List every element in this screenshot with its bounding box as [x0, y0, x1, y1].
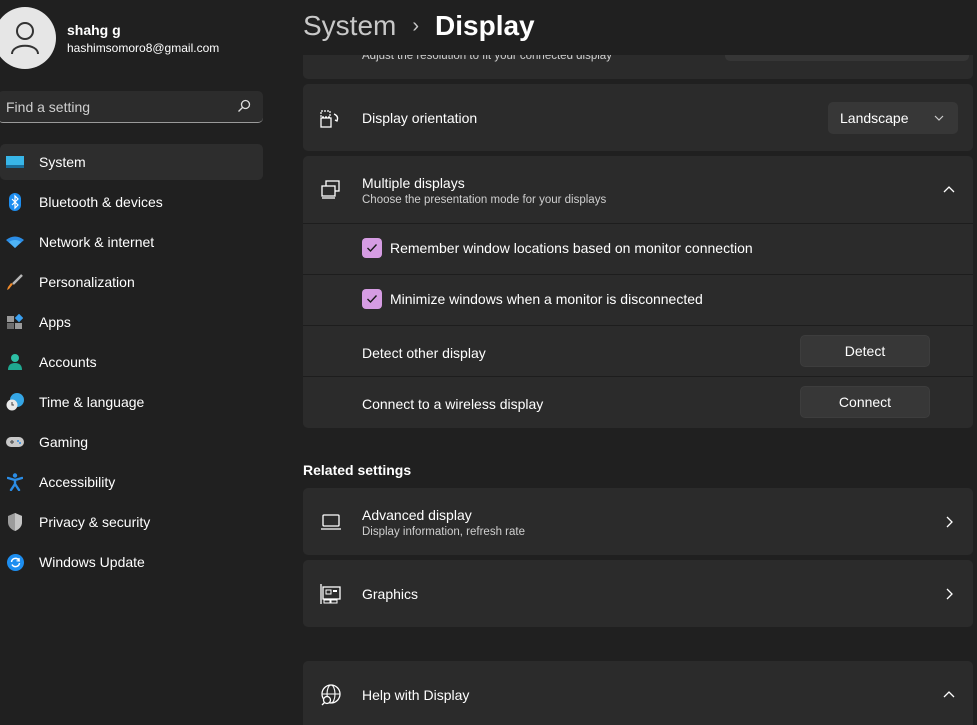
wifi-icon: [6, 233, 24, 251]
sidebar-item-label: Network & internet: [39, 234, 155, 250]
wireless-display-label: Connect to a wireless display: [362, 396, 544, 412]
orientation-value: Landscape: [840, 110, 909, 126]
sidebar-item-personalization[interactable]: Personalization: [0, 264, 263, 300]
sidebar-item-label: Gaming: [39, 434, 89, 450]
divider: [303, 376, 973, 377]
orientation-dropdown[interactable]: Landscape: [828, 102, 958, 134]
laptop-icon: [321, 514, 341, 530]
globe-search-icon: [321, 684, 341, 706]
remember-locations-option[interactable]: Remember window locations based on monit…: [303, 224, 973, 274]
advanced-display-link[interactable]: Advanced display Display information, re…: [303, 488, 973, 555]
breadcrumb: System › Display: [303, 6, 535, 46]
sidebar-item-label: Privacy & security: [39, 514, 151, 530]
sidebar-item-accounts[interactable]: Accounts: [0, 344, 263, 380]
detect-display-label: Detect other display: [362, 345, 486, 361]
sidebar-item-label: Personalization: [39, 274, 135, 290]
chevron-right-icon: [946, 516, 953, 528]
detect-button[interactable]: Detect: [800, 335, 930, 367]
avatar[interactable]: [0, 7, 56, 69]
sidebar-item-accessibility[interactable]: Accessibility: [0, 464, 263, 500]
person-icon: [6, 353, 24, 371]
multiple-displays-subtitle: Choose the presentation mode for your di…: [362, 194, 607, 206]
sidebar-item-label: Accounts: [39, 354, 97, 370]
shield-icon: [6, 513, 24, 531]
sidebar-item-bluetooth[interactable]: Bluetooth & devices: [0, 184, 263, 220]
search-box[interactable]: [0, 91, 263, 123]
profile-name: shahg g: [67, 22, 121, 38]
controller-icon: [6, 433, 24, 451]
help-with-display-card[interactable]: Help with Display: [303, 661, 973, 725]
sidebar-item-label: Accessibility: [39, 474, 116, 490]
sidebar-item-privacy[interactable]: Privacy & security: [0, 504, 263, 540]
user-profile[interactable]: shahg g hashimsomoro8@gmail.com: [0, 7, 280, 69]
brush-icon: [6, 273, 24, 291]
chevron-down-icon: [934, 115, 944, 121]
sidebar-item-apps[interactable]: Apps: [0, 304, 263, 340]
help-title: Help with Display: [362, 687, 470, 703]
sidebar-item-time-language[interactable]: Time & language: [0, 384, 263, 420]
advanced-display-subtitle: Display information, refresh rate: [362, 526, 525, 538]
sidebar-item-windows-update[interactable]: Windows Update: [0, 544, 263, 580]
rotate-display-icon: [320, 110, 339, 128]
person-icon: [11, 22, 39, 55]
breadcrumb-parent[interactable]: System: [303, 10, 396, 42]
apps-icon: [6, 313, 24, 331]
sidebar-item-system[interactable]: System: [0, 144, 263, 180]
chevron-up-icon[interactable]: [943, 689, 955, 701]
graphics-card-icon: [320, 584, 341, 604]
clock-globe-icon: [6, 393, 24, 411]
related-settings-heading: Related settings: [303, 462, 412, 478]
sidebar-item-network[interactable]: Network & internet: [0, 224, 263, 260]
graphics-title: Graphics: [362, 586, 419, 602]
divider: [303, 325, 973, 326]
system-icon: [6, 153, 24, 171]
display-orientation-card: Display orientation Landscape: [303, 84, 973, 151]
multiple-displays-card: Multiple displays Choose the presentatio…: [303, 156, 973, 428]
remember-locations-checkbox[interactable]: [362, 238, 382, 258]
minimize-windows-option[interactable]: Minimize windows when a monitor is disco…: [303, 275, 973, 325]
sidebar-item-gaming[interactable]: Gaming: [0, 424, 263, 460]
profile-email: hashimsomoro8@gmail.com: [67, 41, 220, 55]
accessibility-icon: [6, 473, 24, 491]
sidebar-item-label: Bluetooth & devices: [39, 194, 163, 210]
main-content: System › Display Adjust the resolution t…: [303, 0, 977, 725]
search-input[interactable]: [6, 91, 226, 122]
graphics-link[interactable]: Graphics: [303, 560, 973, 627]
orientation-title: Display orientation: [362, 110, 478, 126]
sidebar-item-label: Apps: [39, 314, 71, 330]
chevron-right-icon: [946, 588, 953, 600]
multiple-displays-title: Multiple displays: [362, 175, 465, 191]
advanced-display-title: Advanced display: [362, 507, 472, 523]
sidebar-item-label: Windows Update: [39, 554, 145, 570]
sidebar-nav: System Bluetooth & devices Network & int…: [0, 144, 263, 584]
search-icon[interactable]: [237, 99, 251, 113]
sidebar-item-label: Time & language: [39, 394, 145, 410]
sidebar-item-label: System: [39, 154, 86, 170]
minimize-windows-checkbox[interactable]: [362, 289, 382, 309]
chevron-right-icon: ›: [412, 14, 420, 37]
chevron-up-icon[interactable]: [943, 184, 955, 196]
sidebar: shahg g hashimsomoro8@gmail.com System: [0, 0, 280, 725]
multiple-displays-header[interactable]: Multiple displays Choose the presentatio…: [303, 156, 973, 223]
remember-locations-label: Remember window locations based on monit…: [390, 240, 753, 256]
checkmark-icon: [367, 295, 378, 304]
minimize-windows-label: Minimize windows when a monitor is disco…: [390, 291, 703, 307]
checkmark-icon: [367, 244, 378, 253]
connect-button[interactable]: Connect: [800, 386, 930, 418]
page-title: Display: [435, 10, 535, 41]
settings-window: shahg g hashimsomoro8@gmail.com System: [0, 0, 977, 725]
bluetooth-icon: [6, 193, 24, 211]
update-icon: [6, 553, 24, 571]
multiple-displays-icon: [321, 180, 340, 199]
